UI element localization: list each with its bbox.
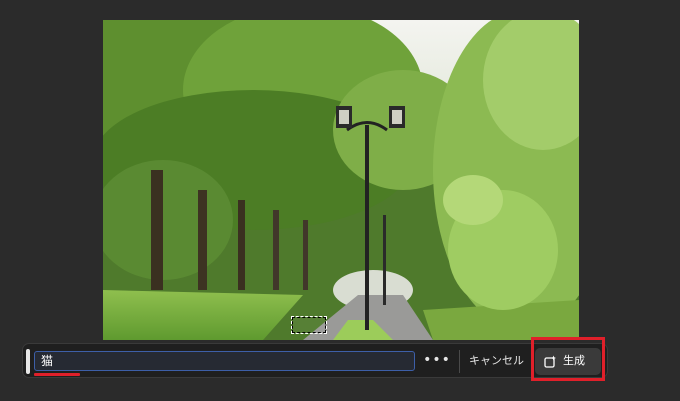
generate-button-label: 生成 <box>563 354 585 367</box>
selection-marquee[interactable] <box>291 316 327 334</box>
more-options-button[interactable]: ••• <box>423 350 451 372</box>
contextual-taskbar: 猫 ••• キャンセル 生成 <box>22 343 608 378</box>
spellcheck-underline <box>34 373 80 376</box>
divider <box>459 350 460 373</box>
generate-button[interactable]: 生成 <box>535 348 601 375</box>
generate-sparkle-icon <box>544 355 557 371</box>
prompt-input[interactable]: 猫 <box>34 351 415 371</box>
canvas-photo[interactable] <box>103 20 579 340</box>
cancel-button[interactable]: キャンセル <box>469 350 529 372</box>
drag-handle[interactable] <box>26 349 30 374</box>
photo-artwork <box>103 20 579 340</box>
